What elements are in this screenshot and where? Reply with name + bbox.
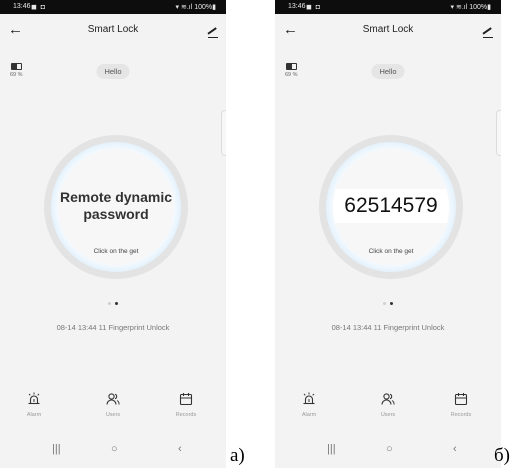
get-password-button[interactable]: Remote dynamic password Click on the get <box>58 149 174 265</box>
tab-alarm[interactable]: Alarm <box>289 392 329 418</box>
status-signal-battery: ▾ ≋.ıl 100%▮ <box>450 4 491 11</box>
tab-records[interactable]: Records <box>166 392 206 418</box>
greeting-badge: Hello <box>371 64 405 79</box>
tab-users[interactable]: Users <box>93 392 133 418</box>
side-drawer-handle[interactable] <box>496 110 501 156</box>
tab-users-label: Users <box>105 412 121 418</box>
home-button[interactable]: ○ <box>386 443 393 455</box>
status-bar: 13:46 ◼ ◘ ▾ ≋.ıl 100%▮ <box>0 0 226 14</box>
users-icon <box>106 393 120 405</box>
recent-apps-button[interactable]: ||| <box>327 443 336 455</box>
bottom-tab-bar: Alarm Users Records <box>0 392 226 432</box>
latest-unlock-record[interactable]: 08-14 13:44 11 Fingerprint Unlock <box>275 323 501 332</box>
page-title: Smart Lock <box>87 24 139 35</box>
bottom-tab-bar: Alarm Users Records <box>275 392 501 432</box>
phone-screen-b: 13:46 ◼ ◘ ▾ ≋.ıl 100%▮ ← Smart Lock 69 %… <box>275 0 501 468</box>
tab-users-label: Users <box>380 412 396 418</box>
status-time: 13:46 <box>13 3 31 10</box>
status-notification-icons: ◼ ◘ <box>31 4 46 11</box>
top-navigation-bar: ← Smart Lock <box>0 14 226 48</box>
page-title: Smart Lock <box>362 24 414 35</box>
latest-unlock-record[interactable]: 08-14 13:44 11 Fingerprint Unlock <box>0 323 226 332</box>
page-indicator <box>0 292 226 310</box>
alarm-icon <box>303 392 315 405</box>
battery-percentage: 69 % <box>10 72 23 78</box>
status-bar: 13:46 ◼ ◘ ▾ ≋.ıl 100%▮ <box>275 0 501 14</box>
system-navigation-bar: ||| ○ ‹ <box>0 443 226 463</box>
battery-icon <box>286 63 297 70</box>
get-password-button[interactable]: 62514579 Click on the get <box>333 149 449 265</box>
system-back-button[interactable]: ‹ <box>453 443 457 455</box>
tab-records-label: Records <box>175 412 197 418</box>
tab-records[interactable]: Records <box>441 392 481 418</box>
page-dot[interactable] <box>383 302 386 305</box>
status-time: 13:46 <box>288 3 306 10</box>
records-icon <box>179 393 193 406</box>
page-dot-active[interactable] <box>390 302 393 305</box>
tab-alarm-label: Alarm <box>301 412 317 418</box>
side-drawer-handle[interactable] <box>221 110 226 156</box>
system-back-button[interactable]: ‹ <box>178 443 182 455</box>
status-notification-icons: ◼ ◘ <box>306 4 321 11</box>
top-navigation-bar: ← Smart Lock <box>275 14 501 48</box>
phone-screen-a: 13:46 ◼ ◘ ▾ ≋.ıl 100%▮ ← Smart Lock 69 %… <box>0 0 226 468</box>
click-get-hint: Click on the get <box>93 248 139 255</box>
battery-icon <box>11 63 22 70</box>
users-icon <box>381 393 395 405</box>
records-icon <box>454 393 468 406</box>
tab-users[interactable]: Users <box>368 392 408 418</box>
tab-records-label: Records <box>450 412 472 418</box>
tab-alarm[interactable]: Alarm <box>14 392 54 418</box>
greeting-badge: Hello <box>96 64 130 79</box>
battery-percentage: 69 % <box>285 72 298 78</box>
figure-caption-a: a) <box>230 445 245 466</box>
remote-password-label: Remote dynamic password <box>59 189 173 222</box>
figure-caption-b: б) <box>494 445 510 466</box>
dynamic-password-value: 62514579 <box>333 189 449 223</box>
system-navigation-bar: ||| ○ ‹ <box>275 443 501 463</box>
recent-apps-button[interactable]: ||| <box>52 443 61 455</box>
status-signal-battery: ▾ ≋.ıl 100%▮ <box>175 4 216 11</box>
page-dot[interactable] <box>108 302 111 305</box>
home-button[interactable]: ○ <box>111 443 118 455</box>
alarm-icon <box>28 392 40 405</box>
page-dot-active[interactable] <box>115 302 118 305</box>
click-get-hint: Click on the get <box>368 248 414 255</box>
page-indicator <box>275 292 501 310</box>
tab-alarm-label: Alarm <box>26 412 42 418</box>
